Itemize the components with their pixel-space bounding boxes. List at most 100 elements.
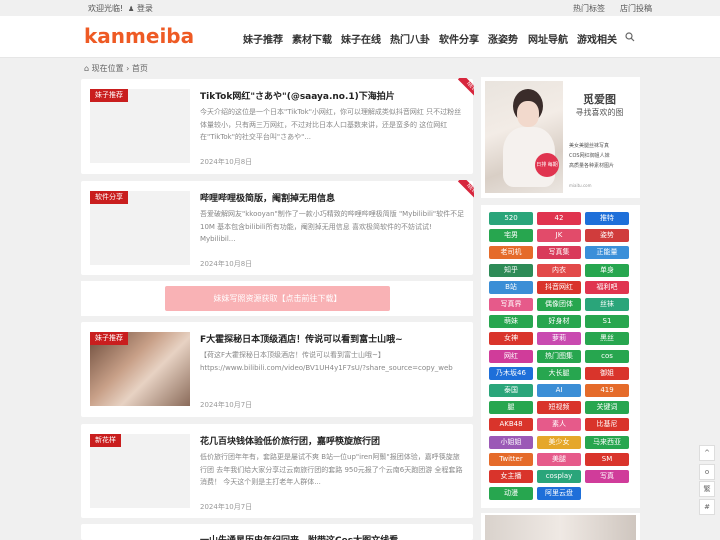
tag-pill[interactable]: 女神 bbox=[489, 332, 533, 346]
welcome-text: 欢迎光临! bbox=[88, 4, 124, 13]
tag-cloud: 520 42 推特宅男 JK 姿势老司机 写真集 正能量知乎 内衣 单身 B站 抖音网红 福利吧写真界… bbox=[481, 205, 640, 508]
tag-pill[interactable]: 内衣 bbox=[537, 263, 581, 277]
search-icon[interactable] bbox=[625, 32, 635, 42]
nav-item[interactable]: 网址导航 bbox=[528, 31, 568, 46]
tag-pill[interactable]: 小姐姐 bbox=[489, 435, 533, 449]
ad-subtitle: 寻找喜欢的图 bbox=[575, 108, 624, 117]
new-ribbon: NEW bbox=[454, 180, 474, 200]
download-button[interactable]: 妹妹写照资源获取【点击前往下载】 bbox=[165, 286, 390, 311]
tag-pill[interactable]: 写真集 bbox=[537, 246, 581, 260]
tag-pill[interactable]: 腿 bbox=[489, 401, 533, 415]
post-date: 2024年10月7日 bbox=[200, 503, 253, 511]
tag-pill[interactable]: 短视频 bbox=[537, 401, 581, 415]
ad-bullets: 美女美腿丝袜写真 COS网红御姐人妹 高质量各种素材图片 bbox=[569, 141, 614, 171]
nav-item[interactable]: 热门八卦 bbox=[390, 31, 430, 46]
tag-pill[interactable]: 热门图集 bbox=[537, 349, 581, 363]
tag-pill[interactable]: 大长腿 bbox=[537, 366, 581, 380]
chat-button[interactable]: o bbox=[699, 464, 715, 480]
tag-pill[interactable]: 宅男 bbox=[489, 229, 533, 243]
hot-tags-link[interactable]: 热门标签 bbox=[573, 3, 605, 14]
tag-pill[interactable]: cos bbox=[585, 349, 629, 363]
tag-pill[interactable]: 乃木坂46 bbox=[489, 366, 533, 380]
post-date: 2024年10月8日 bbox=[200, 260, 253, 268]
login-link[interactable]: ♟ 登录 bbox=[128, 3, 153, 14]
tag-pill[interactable]: 好身材 bbox=[537, 315, 581, 329]
tag-pill[interactable]: 女主播 bbox=[489, 470, 533, 483]
tag-pill[interactable]: 知乎 bbox=[489, 263, 533, 277]
site-logo[interactable]: kanmeiba bbox=[84, 24, 194, 48]
tag-pill[interactable]: Twitter bbox=[489, 452, 533, 466]
post-category-tag[interactable]: 新花样 bbox=[90, 434, 121, 447]
post-title[interactable]: 哔哩哔哩极简版，阉割掉无用信息 bbox=[200, 191, 465, 204]
nav-item[interactable]: 妹子在线 bbox=[341, 31, 381, 46]
tag-pill[interactable]: 42 bbox=[537, 212, 581, 225]
tag-pill[interactable]: 萝莉 bbox=[537, 332, 581, 346]
post-category-tag[interactable]: 妹子推荐 bbox=[90, 332, 128, 345]
tag-pill[interactable]: 正能量 bbox=[585, 246, 629, 260]
tag-pill[interactable]: 御姐 bbox=[585, 366, 629, 380]
nav-item[interactable]: 妹子推荐 bbox=[243, 31, 283, 46]
post-title[interactable]: 一山先通星历史年纪回来，附带这Ces大图文线看 bbox=[200, 533, 465, 540]
new-ribbon-label: NEW bbox=[457, 78, 474, 98]
post-title[interactable]: 花几百块钱体验低价旅行团，嘉呼筷旋旅行团 bbox=[200, 434, 465, 447]
sidebar-image-2 bbox=[481, 513, 640, 540]
tag-pill[interactable]: 老司机 bbox=[489, 246, 533, 260]
nav-item[interactable]: 素材下载 bbox=[292, 31, 332, 46]
top-bar: 欢迎光临! ♟ 登录 热门标签 店门投稿 bbox=[0, 0, 720, 16]
post-title[interactable]: F大霍探秘日本顶级酒店！传说可以看到富士山哦~ bbox=[200, 332, 465, 345]
traditional-chinese-button[interactable]: 繁 bbox=[699, 481, 715, 497]
breadcrumb-home[interactable]: 首页 bbox=[132, 64, 148, 73]
tag-pill[interactable]: 美腿 bbox=[537, 452, 581, 466]
tag-pill[interactable]: JK bbox=[537, 229, 581, 243]
tag-pill[interactable]: 比基尼 bbox=[585, 418, 629, 432]
tag-pill[interactable]: 动漫 bbox=[489, 487, 533, 501]
tag-pill[interactable]: cosplay bbox=[537, 470, 581, 483]
tag-pill[interactable]: 419 bbox=[585, 384, 629, 397]
tag-pill[interactable]: 阿里云盘 bbox=[537, 487, 581, 501]
new-ribbon: NEW bbox=[454, 78, 474, 98]
breadcrumb: ⌂ 现在位置 › 首页 bbox=[84, 63, 148, 74]
tag-pill[interactable]: 抖音网红 bbox=[537, 280, 581, 294]
tag-pill[interactable]: 单身 bbox=[585, 263, 629, 277]
tag-pill[interactable]: AI bbox=[537, 384, 581, 397]
post-category-tag[interactable]: 软件分享 bbox=[90, 191, 128, 204]
post-card: 新花样 花几百块钱体验低价旅行团，嘉呼筷旋旅行团低价旅行团年年有，套路更是屡试不爽… bbox=[81, 424, 473, 518]
tag-pill[interactable]: B站 bbox=[489, 280, 533, 294]
qr-code-button[interactable]: # bbox=[699, 499, 715, 515]
tag-pill[interactable]: 推特 bbox=[585, 212, 629, 225]
tag-pill[interactable]: 关键词 bbox=[585, 401, 629, 415]
post-card: 妹子推荐 TikTok网红"さあや"(@saaya.no.1)下海拍片 今天介绍的这… bbox=[81, 78, 474, 174]
nav-item[interactable]: 涨姿势 bbox=[488, 31, 518, 46]
tag-pill[interactable]: AKB48 bbox=[489, 418, 533, 432]
post-date: 2024年10月8日 bbox=[200, 158, 253, 166]
tag-pill[interactable]: 520 bbox=[489, 212, 533, 225]
ad-photo: 日排 每期 bbox=[485, 81, 563, 193]
tag-pill[interactable]: 泰国 bbox=[489, 384, 533, 397]
nav-item[interactable]: 游戏相关 bbox=[577, 31, 617, 46]
tag-pill[interactable]: 写真界 bbox=[489, 298, 533, 311]
tag-pill[interactable]: 马来西亚 bbox=[585, 435, 629, 449]
tag-pill[interactable]: 写真 bbox=[585, 470, 629, 483]
tag-pill[interactable]: 美少女 bbox=[537, 435, 581, 449]
breadcrumb-separator: › bbox=[126, 64, 130, 73]
tag-pill[interactable]: 网红 bbox=[489, 349, 533, 363]
tag-pill[interactable]: 姿势 bbox=[585, 229, 629, 243]
tag-pill[interactable]: 福利吧 bbox=[585, 280, 629, 294]
sidebar-ad: 日排 每期 觅爱图 寻找喜欢的图 美女美腿丝袜写真 COS网红御姐人妹 高质量各… bbox=[481, 77, 640, 198]
submit-link[interactable]: 店门投稿 bbox=[620, 3, 652, 14]
tag-pill[interactable]: 丝袜 bbox=[585, 298, 629, 311]
ad-image[interactable]: 日排 每期 觅爱图 寻找喜欢的图 美女美腿丝袜写真 COS网红御姐人妹 高质量各… bbox=[485, 81, 636, 193]
back-to-top-button[interactable]: ^ bbox=[699, 445, 715, 461]
ad-footer: miaitu.com bbox=[569, 183, 592, 188]
tag-pill[interactable]: 偶像团体 bbox=[537, 298, 581, 311]
tag-pill[interactable]: 萌妹 bbox=[489, 315, 533, 329]
post-title[interactable]: TikTok网红"さあや"(@saaya.no.1)下海拍片 bbox=[200, 89, 465, 102]
post-category-tag[interactable]: 妹子推荐 bbox=[90, 89, 128, 102]
post-excerpt: 低价旅行团年年有，套路更是屡试不爽 B站一位up"iren阿鬃"报团体验，嘉呼筷… bbox=[200, 453, 463, 486]
tag-pill[interactable]: 黑丝 bbox=[585, 332, 629, 346]
nav-item[interactable]: 软件分享 bbox=[439, 31, 479, 46]
tag-pill[interactable]: SM bbox=[585, 452, 629, 466]
tag-pill[interactable]: S1 bbox=[585, 315, 629, 329]
sidebar-photo[interactable] bbox=[485, 515, 636, 540]
tag-pill[interactable]: 素人 bbox=[537, 418, 581, 432]
